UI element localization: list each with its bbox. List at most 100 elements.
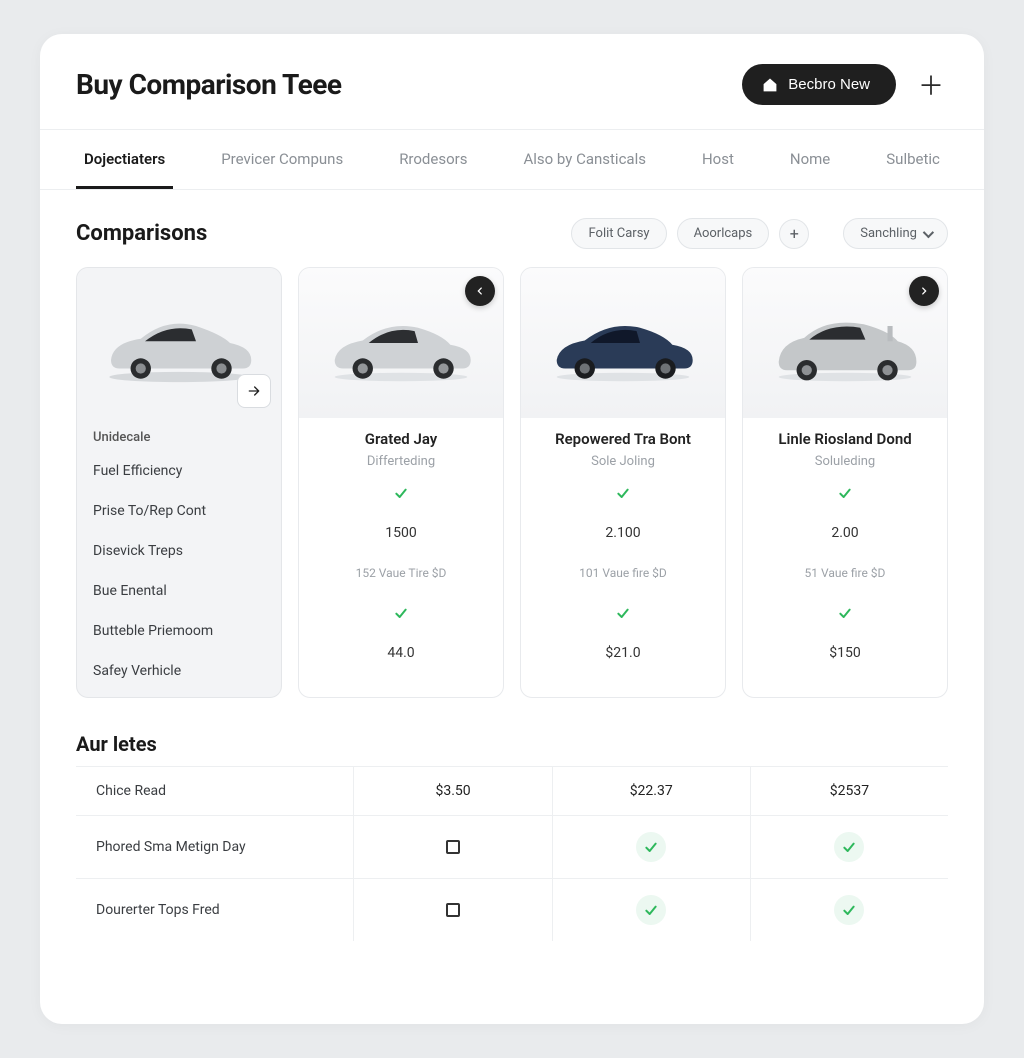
table-row-2-label: Dourerter Tops Fred — [76, 878, 353, 941]
check-pill — [834, 832, 864, 862]
car1-val4: 101 Vaue fire $D — [537, 553, 709, 593]
table-row-1-v0 — [353, 815, 551, 878]
car-illustration — [760, 298, 930, 388]
feature-card-body: Unidecale Fuel Efficiency Prise To/Rep C… — [77, 418, 281, 697]
car-body-0: Grated Jay Differteding 1500 152 Vaue Ti… — [299, 418, 503, 679]
check-pill — [636, 895, 666, 925]
feature-label-3: Disevick Treps — [93, 531, 265, 571]
add-button[interactable]: ＋ — [914, 68, 948, 102]
comparisons-title: Comparisons — [76, 221, 207, 246]
check-icon — [643, 839, 659, 855]
check-icon — [393, 605, 409, 621]
table-row-2-v1 — [552, 878, 750, 941]
feature-list: Fuel Efficiency Prise To/Rep Cont Disevi… — [93, 451, 265, 691]
car-card-2[interactable]: Linle Riosland Dond Soluleding 2.00 51 V… — [742, 267, 948, 698]
car2-val6: $150 — [759, 633, 931, 673]
table-row-2-v2 — [750, 878, 948, 941]
arrow-right-icon — [246, 383, 262, 399]
check-pill — [834, 895, 864, 925]
table-row-1-label: Phored Sma Metign Day — [76, 815, 353, 878]
next-button[interactable] — [909, 276, 939, 306]
car-illustration — [538, 298, 708, 388]
tab-previcer-compuns[interactable]: Previcer Compuns — [213, 130, 351, 189]
car-illustration — [316, 298, 486, 388]
check-icon — [393, 485, 409, 501]
prev-button[interactable] — [465, 276, 495, 306]
filter-aoorlcaps[interactable]: Aoorlcaps — [677, 218, 770, 249]
car2-check2 — [759, 593, 931, 633]
table-row-2-v0 — [353, 878, 551, 941]
filter-row: Folit Carsy Aoorlcaps + Sanchling — [571, 218, 948, 249]
check-icon — [841, 839, 857, 855]
car0-check2 — [315, 593, 487, 633]
car-name-1: Repowered Tra Bont — [537, 430, 709, 448]
filter-folit-carsy[interactable]: Folit Carsy — [571, 218, 666, 249]
plus-icon: ＋ — [918, 66, 944, 103]
car2-check1 — [759, 473, 931, 513]
car1-check2 — [537, 593, 709, 633]
table-row-0-v1: $22.37 — [552, 766, 750, 815]
chevron-left-icon — [475, 286, 485, 296]
table-row-1-v1 — [552, 815, 750, 878]
car-body-2: Linle Riosland Dond Soluleding 2.00 51 V… — [743, 418, 947, 679]
aurletes-section: Aur letes Chice Read $3.50 $22.37 $2537 … — [40, 698, 984, 941]
sort-dropdown[interactable]: Sanchling — [843, 218, 948, 249]
feature-car-image — [77, 268, 281, 418]
feature-label-2: Prise To/Rep Cont — [93, 491, 265, 531]
tab-rrodesors[interactable]: Rrodesors — [391, 130, 475, 189]
check-icon — [615, 485, 631, 501]
table-row-0-label: Chice Read — [76, 766, 353, 815]
header-actions: Becbro New ＋ — [742, 64, 948, 105]
filter-add[interactable]: + — [779, 219, 809, 249]
becbro-new-button[interactable]: Becbro New — [742, 64, 896, 105]
tab-host[interactable]: Host — [694, 130, 742, 189]
car-card-1[interactable]: Repowered Tra Bont Sole Joling 2.100 101… — [520, 267, 726, 698]
chevron-right-icon — [919, 286, 929, 296]
section-head: Comparisons Folit Carsy Aoorlcaps + Sanc… — [76, 218, 948, 249]
empty-icon — [446, 840, 460, 854]
table-row-0-v0: $3.50 — [353, 766, 551, 815]
page-title: Buy Comparison Teee — [76, 68, 341, 101]
check-icon — [643, 902, 659, 918]
car-card-0[interactable]: Grated Jay Differteding 1500 152 Vaue Ti… — [298, 267, 504, 698]
car-sub-0: Differteding — [315, 454, 487, 469]
header: Buy Comparison Teee Becbro New ＋ — [40, 34, 984, 130]
car-name-2: Linle Riosland Dond — [759, 430, 931, 448]
chevron-down-icon — [923, 226, 934, 237]
car2-val3: 2.00 — [759, 513, 931, 553]
car-image-1 — [521, 268, 725, 418]
tab-dojectiaters[interactable]: Dojectiaters — [76, 130, 173, 189]
car0-val6: 44.0 — [315, 633, 487, 673]
feature-arrow-button[interactable] — [237, 374, 271, 408]
check-icon — [837, 605, 853, 621]
car1-val3: 2.100 — [537, 513, 709, 553]
sort-label: Sanchling — [860, 226, 917, 241]
check-icon — [615, 605, 631, 621]
check-icon — [837, 485, 853, 501]
plus-icon: + — [790, 224, 799, 243]
feature-label-4: Bue Enental — [93, 571, 265, 611]
car0-val3: 1500 — [315, 513, 487, 553]
car0-val4: 152 Vaue Tire $D — [315, 553, 487, 593]
tab-also-by-cansticals[interactable]: Also by Cansticals — [515, 130, 654, 189]
feature-label-0: Unidecale — [93, 430, 265, 445]
table-row-1-v2 — [750, 815, 948, 878]
table-row-0-v2: $2537 — [750, 766, 948, 815]
car-name-0: Grated Jay — [315, 430, 487, 448]
app-window: Buy Comparison Teee Becbro New ＋ Dojecti… — [40, 34, 984, 1024]
car1-check1 — [537, 473, 709, 513]
feature-label-5: Butteble Priemoom — [93, 611, 265, 651]
tabs: Dojectiaters Previcer Compuns Rrodesors … — [40, 130, 984, 190]
car-illustration — [94, 298, 264, 388]
check-pill — [636, 832, 666, 862]
becbro-new-label: Becbro New — [788, 76, 870, 93]
car-image-2 — [743, 268, 947, 418]
car1-val6: $21.0 — [537, 633, 709, 673]
feature-label-6: Safey Verhicle — [93, 651, 265, 691]
tab-nome[interactable]: Nome — [782, 130, 838, 189]
check-icon — [841, 902, 857, 918]
aurletes-title: Aur letes — [76, 732, 948, 756]
aurletes-table: Chice Read $3.50 $22.37 $2537 Phored Sma… — [76, 766, 948, 941]
car-sub-1: Sole Joling — [537, 454, 709, 469]
tab-sulbetic[interactable]: Sulbetic — [878, 130, 948, 189]
